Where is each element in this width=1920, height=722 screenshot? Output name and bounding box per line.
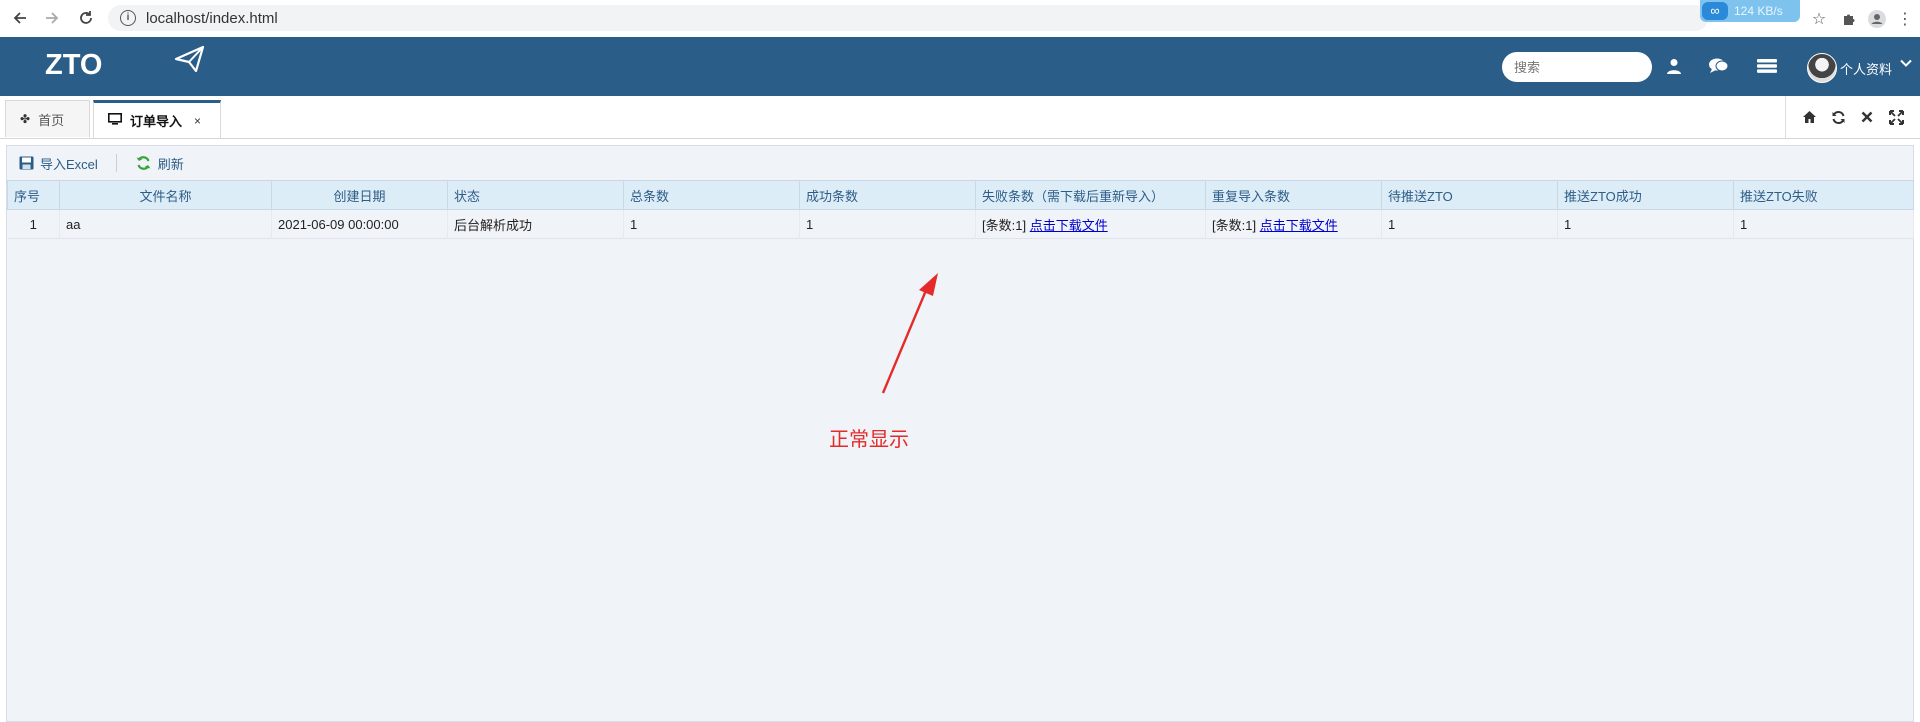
chat-icon[interactable] <box>1707 54 1731 78</box>
fail-count: [条数:1] <box>982 217 1030 233</box>
android-icon: ✤ <box>20 112 31 126</box>
table-header-row: 序号 文件名称 创建日期 状态 总条数 成功条数 失败条数（需下载后重新导入） … <box>7 180 1914 210</box>
column-header[interactable]: 失败条数（需下载后重新导入） <box>975 180 1206 210</box>
content-panel: 导入Excel 刷新 序号 文件名称 创建日期 状态 总条数 成功条数 失败条数… <box>6 145 1914 722</box>
browser-toolbar: i localhost/index.html ∞ 124 KB/s ☆ ⋮ <box>0 0 1920 38</box>
cell-fail: [条数:1] 点击下载文件 <box>975 209 1206 239</box>
cell-index: 1 <box>7 209 60 239</box>
refresh-label: 刷新 <box>157 156 184 172</box>
cell-success: 1 <box>799 209 976 239</box>
tab-order-import[interactable]: 订单导入 × <box>93 100 221 138</box>
order-import-table: 序号 文件名称 创建日期 状态 总条数 成功条数 失败条数（需下载后重新导入） … <box>7 180 1914 239</box>
toolbar-divider <box>115 154 117 172</box>
column-header[interactable]: 文件名称 <box>59 180 272 210</box>
column-header[interactable]: 待推送ZTO <box>1381 180 1558 210</box>
save-icon <box>19 156 34 170</box>
app-header: ZTO 个人资料 <box>0 37 1920 96</box>
import-excel-label: 导入Excel <box>40 156 98 172</box>
column-header[interactable]: 总条数 <box>623 180 800 210</box>
paper-plane-icon[interactable] <box>172 41 208 77</box>
avatar[interactable] <box>1807 53 1837 83</box>
home-icon[interactable] <box>1799 107 1819 127</box>
close-all-icon[interactable] <box>1857 107 1877 127</box>
cloud-icon: ∞ <box>1702 2 1728 20</box>
star-icon[interactable]: ☆ <box>1808 8 1830 30</box>
arrow-left-icon <box>13 12 26 24</box>
arrow-right-icon <box>46 12 59 24</box>
close-icon[interactable]: × <box>194 114 201 128</box>
cell-pushed-ok: 1 <box>1557 209 1734 239</box>
refresh-button[interactable]: 刷新 <box>135 154 184 173</box>
user-icon[interactable] <box>1662 54 1686 78</box>
column-header[interactable]: 推送ZTO失败 <box>1733 180 1914 210</box>
tab-order-import-label: 订单导入 <box>130 114 183 129</box>
refresh-icon[interactable] <box>1828 107 1848 127</box>
cell-total: 1 <box>623 209 800 239</box>
cell-pushed-fail: 1 <box>1733 209 1914 239</box>
duplicate-count: [条数:1] <box>1212 217 1260 233</box>
reload-icon <box>80 11 92 24</box>
url-text: localhost/index.html <box>146 9 278 27</box>
back-button[interactable] <box>8 6 32 30</box>
import-excel-button[interactable]: 导入Excel <box>19 154 98 173</box>
cell-pending: 1 <box>1381 209 1558 239</box>
cell-duplicate: [条数:1] 点击下载文件 <box>1205 209 1382 239</box>
column-header[interactable]: 推送ZTO成功 <box>1557 180 1734 210</box>
tab-bar: ✤ 首页 订单导入 × <box>0 96 1920 139</box>
download-speed: 124 KB/s <box>1734 4 1783 18</box>
search-input[interactable] <box>1502 52 1652 82</box>
extension-area: ∞ 124 KB/s ☆ ⋮ <box>1700 0 1920 37</box>
grid-toolbar: 导入Excel 刷新 <box>7 146 1913 180</box>
account-icon[interactable] <box>1866 8 1888 30</box>
fullscreen-icon[interactable] <box>1886 107 1906 127</box>
app-logo: ZTO <box>45 49 103 81</box>
chevron-down-icon[interactable] <box>1900 57 1912 72</box>
monitor-icon <box>108 113 122 128</box>
forward-button[interactable] <box>40 6 64 30</box>
annotation-text: 正常显示 <box>829 429 909 451</box>
cell-created: 2021-06-09 00:00:00 <box>271 209 448 239</box>
column-header[interactable]: 成功条数 <box>799 180 976 210</box>
cell-status: 后台解析成功 <box>447 209 624 239</box>
puzzle-icon[interactable] <box>1838 8 1860 30</box>
column-header[interactable]: 重复导入条数 <box>1205 180 1382 210</box>
refresh-green-icon <box>136 156 151 170</box>
tab-home-label: 首页 <box>38 112 65 128</box>
tab-home[interactable]: ✤ 首页 <box>5 100 90 137</box>
annotation-arrow-icon <box>881 273 938 394</box>
profile-label[interactable]: 个人资料 <box>1840 59 1892 78</box>
tab-tools <box>1785 96 1920 138</box>
menu-dots-icon[interactable]: ⋮ <box>1894 8 1916 30</box>
fail-download-link[interactable]: 点击下载文件 <box>1030 218 1108 233</box>
address-bar[interactable]: i localhost/index.html <box>108 5 1708 31</box>
info-icon[interactable]: i <box>120 10 136 26</box>
duplicate-download-link[interactable]: 点击下载文件 <box>1260 218 1338 233</box>
reload-button[interactable] <box>74 6 98 30</box>
column-header[interactable]: 创建日期 <box>271 180 448 210</box>
list-icon[interactable] <box>1755 54 1779 78</box>
download-speed-widget[interactable]: ∞ 124 KB/s <box>1700 0 1800 22</box>
column-header[interactable]: 序号 <box>7 180 60 210</box>
cell-filename: aa <box>59 209 272 239</box>
table-row[interactable]: 1 aa 2021-06-09 00:00:00 后台解析成功 1 1 [条数:… <box>7 209 1914 239</box>
column-header[interactable]: 状态 <box>447 180 624 210</box>
